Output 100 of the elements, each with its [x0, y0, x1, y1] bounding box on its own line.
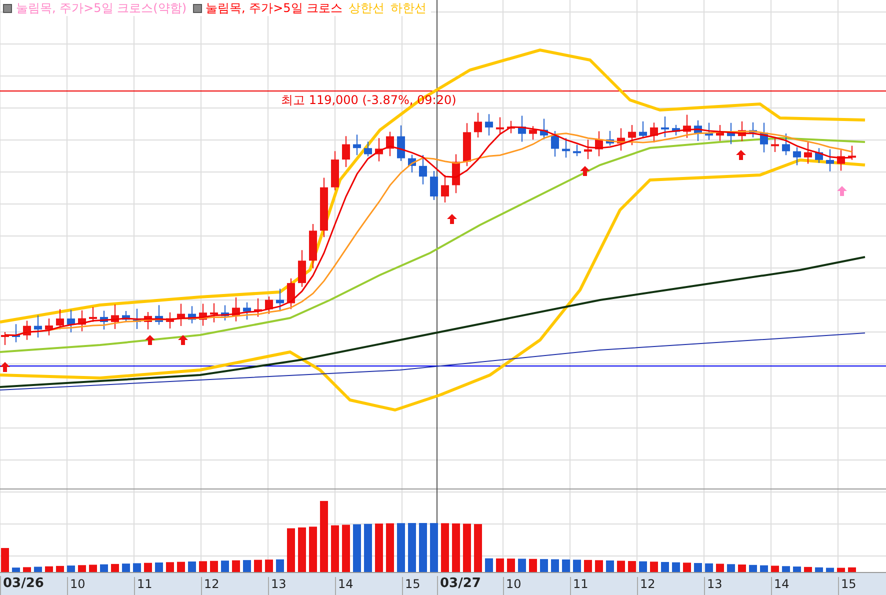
- candlestick: [397, 124, 405, 162]
- candlestick: [826, 148, 834, 172]
- candlestick: [419, 154, 427, 185]
- axis-label: 03/27: [437, 576, 481, 595]
- candlestick: [111, 304, 119, 330]
- candlestick: [727, 122, 735, 145]
- candlestick: [12, 324, 20, 343]
- up-arrow-icon: [447, 214, 457, 224]
- candlestick: [177, 303, 185, 326]
- volume-bar: [452, 523, 460, 572]
- candlestick: [408, 154, 416, 173]
- volume-bar: [276, 559, 284, 572]
- axis-label: 12: [637, 577, 656, 595]
- legend-label: 눌림목, 주가>5일 크로스: [206, 0, 343, 16]
- volume-bar: [386, 523, 394, 572]
- candlestick: [551, 130, 559, 158]
- axis-label: 14: [771, 577, 790, 595]
- candlestick: [463, 122, 471, 167]
- candlestick: [606, 130, 614, 146]
- volume-bar: [78, 565, 86, 572]
- candlestick: [276, 288, 284, 312]
- volume-bar: [727, 564, 735, 572]
- candlestick: [133, 308, 141, 330]
- volume-bar: [793, 566, 801, 572]
- volume-bar: [430, 523, 438, 572]
- volume-bar: [265, 560, 273, 572]
- candlestick: [375, 138, 383, 162]
- volume-bar: [496, 558, 504, 572]
- candlestick: [496, 116, 504, 135]
- volume-bar: [232, 560, 240, 572]
- candlestick: [331, 150, 339, 191]
- volume-bar: [606, 560, 614, 572]
- volume-bar: [837, 568, 845, 572]
- candlestick: [683, 114, 691, 138]
- volume-bar: [155, 562, 163, 572]
- volume-bar: [826, 568, 834, 572]
- volume-bar: [89, 564, 97, 572]
- axis-label: 14: [335, 577, 354, 595]
- volume-bar: [254, 560, 262, 572]
- volume-bar: [617, 560, 625, 572]
- candlestick: [221, 304, 229, 322]
- candlestick: [782, 132, 790, 156]
- volume-bar: [683, 562, 691, 572]
- volume-bar: [364, 524, 372, 572]
- volume-bar: [331, 525, 339, 572]
- candlestick: [45, 318, 53, 336]
- legend-label: 하한선: [390, 0, 427, 16]
- volume-bar: [749, 564, 757, 572]
- candlestick: [749, 122, 757, 138]
- volume-bar: [144, 562, 152, 572]
- candlestick: [89, 306, 97, 322]
- volume-bar: [188, 562, 196, 572]
- volume-bar: [342, 524, 350, 572]
- legend-label: 상한선: [348, 0, 385, 16]
- volume-bar: [705, 563, 713, 572]
- axis-label: 13: [704, 577, 722, 595]
- volume-bar: [518, 558, 526, 572]
- candlestick: [254, 298, 262, 318]
- volume-bar: [540, 559, 548, 572]
- candlestick: [540, 118, 548, 140]
- volume-bar: [67, 566, 75, 572]
- volume-bar: [133, 563, 141, 572]
- candlestick: [386, 131, 394, 157]
- volume-bar: [595, 560, 603, 572]
- volume-bar: [804, 566, 812, 572]
- candlestick: [166, 312, 174, 329]
- candlestick: [815, 148, 823, 164]
- volume-bar: [562, 559, 570, 572]
- axis-label: 15: [838, 577, 856, 595]
- candlestick: [430, 170, 438, 201]
- candlestick: [738, 120, 746, 142]
- candlestick: [573, 144, 581, 157]
- volume-bar: [243, 560, 251, 572]
- candlestick: [309, 224, 317, 269]
- volume-bar: [639, 561, 647, 572]
- candlestick: [507, 120, 515, 134]
- up-arrow-icon: [178, 335, 188, 345]
- volume-bar: [419, 523, 427, 572]
- candlestick: [243, 302, 251, 320]
- volume-bar: [1, 548, 9, 572]
- candlestick: [716, 124, 724, 142]
- volume-bar: [672, 562, 680, 572]
- volume-bar: [122, 564, 130, 572]
- volume-bar: [56, 566, 64, 572]
- volume-bar: [408, 523, 416, 572]
- candlestick: [188, 306, 196, 324]
- axis-label: 12: [201, 577, 220, 595]
- volume-bar: [320, 500, 328, 572]
- volume-bar: [166, 562, 174, 572]
- candlestick: [672, 124, 680, 136]
- candlestick: [793, 146, 801, 166]
- candlestick: [320, 177, 328, 238]
- candlestick: [595, 130, 603, 157]
- axis-label: 10: [67, 577, 86, 595]
- candlestick: [837, 150, 845, 172]
- candlestick: [760, 122, 768, 153]
- candlestick: [1, 332, 9, 346]
- axis-label: 11: [570, 577, 588, 595]
- candlestick: [529, 126, 537, 140]
- volume-bar: [529, 558, 537, 572]
